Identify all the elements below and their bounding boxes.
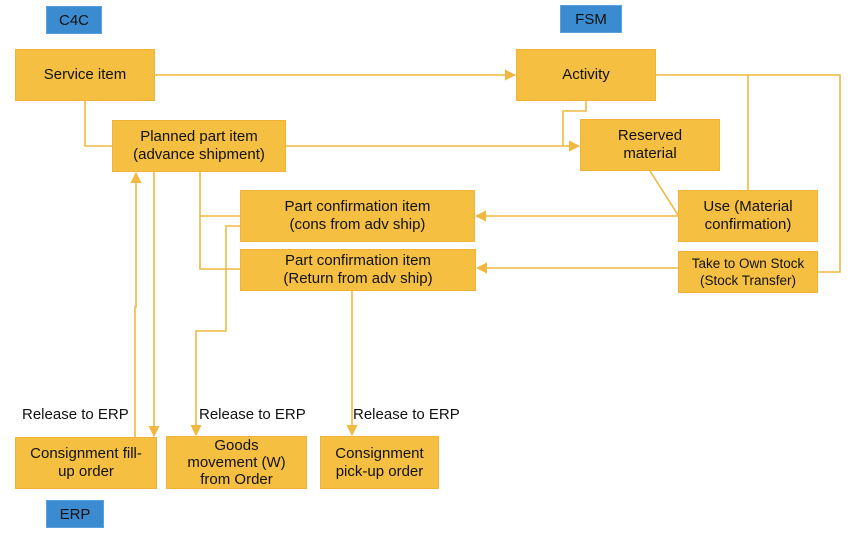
- node-goods-movement: Goods movement (W) from Order: [166, 436, 307, 489]
- node-consignment-fillup-order: Consignment fill-up order: [15, 437, 157, 489]
- node-activity: Activity: [516, 49, 656, 101]
- node-label: Consignment: [335, 444, 424, 462]
- node-consignment-pickup-order: Consignment pick-up order: [320, 436, 439, 489]
- node-label: from Order: [200, 471, 273, 488]
- node-planned-part-item: Planned part item (advance shipment): [112, 120, 286, 172]
- node-label: Activity: [562, 66, 610, 83]
- node-part-confirmation-return: Part confirmation item (Return from adv s…: [240, 249, 476, 291]
- node-reserved-material: Reserved material: [580, 119, 720, 171]
- node-label: Reserved: [617, 127, 683, 144]
- node-label: pick-up order: [335, 462, 424, 480]
- edge-service-to-planned: [84, 101, 112, 147]
- node-label: Consignment fill-: [30, 445, 142, 462]
- node-service-item: Service item: [15, 49, 155, 101]
- edge-label-release-goods: Release to ERP: [199, 406, 306, 423]
- node-label: Service item: [43, 66, 127, 83]
- node-label: (cons from adv ship): [289, 216, 426, 233]
- node-take-to-own-stock: Take to Own Stock (Stock Transfer): [678, 251, 818, 293]
- node-label: Take to Own Stock: [691, 256, 805, 271]
- node-label: Planned part item: [140, 128, 258, 145]
- edge-label-release-pickup: Release to ERP: [353, 406, 460, 423]
- node-label: Part confirmation item: [285, 252, 431, 269]
- node-label: material: [623, 145, 677, 162]
- node-label: confirmation): [704, 216, 792, 233]
- node-part-confirmation-cons: Part confirmation item (cons from adv shi…: [240, 190, 475, 242]
- edge-planned-to-pc: [199, 172, 240, 270]
- system-tag-c4c: C4C: [46, 6, 102, 34]
- node-label: up order: [58, 463, 114, 480]
- node-label: Use (Material: [703, 198, 793, 215]
- diagram-canvas: C4C FSM ERP Service item Activity Planne…: [0, 0, 850, 538]
- node-label: Part confirmation item: [284, 198, 431, 215]
- node-label: movement (W): [187, 454, 286, 471]
- node-use-material-confirmation: Use (Material confirmation): [678, 190, 818, 242]
- node-label: (Stock Transfer): [699, 273, 797, 288]
- edge-fillup-to-planned: [130, 171, 142, 437]
- edge-label-release-fillup: Release to ERP: [22, 406, 129, 423]
- edge-pc-cons-to-goods: [190, 225, 240, 437]
- system-tag-fsm: FSM: [560, 5, 622, 33]
- node-label: Goods: [214, 437, 259, 454]
- edge-reserved-to-use: [649, 170, 679, 216]
- system-tag-erp: ERP: [46, 500, 104, 528]
- node-label: (Return from adv ship): [283, 270, 433, 287]
- node-label: (advance shipment): [133, 146, 265, 163]
